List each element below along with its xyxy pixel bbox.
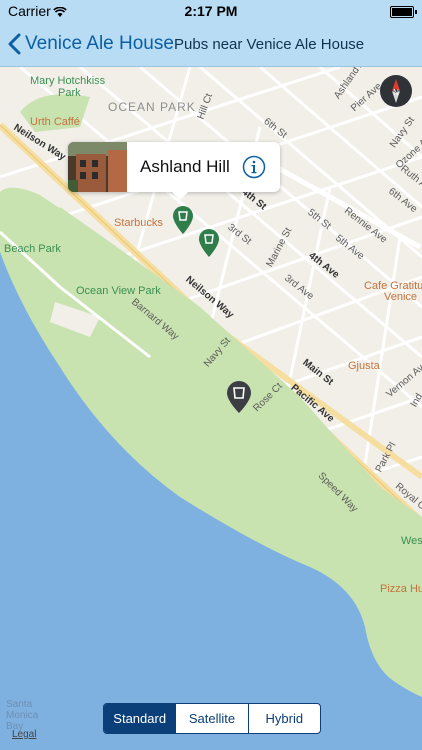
compass-icon: N — [380, 75, 412, 107]
map-label-ocean-view-park: Ocean View Park — [76, 285, 161, 297]
legal-link[interactable]: Legal — [12, 729, 36, 740]
pub-photo — [68, 142, 127, 192]
map-type-hybrid[interactable]: Hybrid — [247, 704, 320, 733]
navigation-bar: Venice Ale House Pubs near Venice Ale Ho… — [0, 22, 422, 67]
callout-title: Ashland Hill — [140, 157, 230, 176]
pub-pin-icon — [199, 229, 219, 257]
map-view[interactable]: Mary Hotchkiss Park OCEAN PARK Urth Caff… — [0, 67, 422, 750]
water-label: Santa Monica Bay — [6, 699, 38, 732]
map-label-venice: Venice — [384, 291, 418, 303]
clock: 2:17 PM — [184, 3, 238, 19]
map-type-selector: Standard Satellite Hybrid — [103, 703, 321, 734]
pub-pin-icon — [227, 381, 251, 413]
map-label-starbucks: Starbucks — [114, 217, 163, 229]
map-label-urth-caffe: Urth Caffé — [30, 116, 80, 128]
pub-pin-icon — [173, 206, 193, 234]
map-type-hybrid-label: Hybrid — [265, 711, 304, 726]
map-label-beach-park: Beach Park — [4, 243, 61, 255]
back-button[interactable]: Venice Ale House — [8, 28, 174, 60]
chevron-left-icon — [8, 33, 21, 55]
map-type-satellite-label: Satellite — [188, 711, 236, 726]
map-label-pizza-hut: Pizza Hu — [380, 583, 422, 595]
battery-level — [392, 8, 412, 16]
back-button-label: Venice Ale House — [25, 33, 174, 54]
status-bar: Carrier 2:17 PM — [0, 0, 422, 22]
map-label-gjusta: Gjusta — [348, 360, 380, 372]
map-label-ocean-park: OCEAN PARK — [108, 100, 196, 114]
page-title: Pubs near Venice Ale House — [174, 36, 365, 53]
pub-callout[interactable]: Ashland Hill — [68, 142, 280, 200]
water-label-line-2: Monica — [6, 710, 39, 721]
map-label-west: Wes — [401, 535, 422, 547]
battery-icon — [390, 6, 417, 18]
map-type-satellite[interactable]: Satellite — [175, 704, 247, 733]
map-type-standard-label: Standard — [113, 711, 167, 726]
info-icon — [242, 155, 266, 179]
map-label-mary-hotchkiss: Mary Hotchkiss — [30, 75, 106, 87]
map-label-park: Park — [58, 87, 81, 99]
compass-letter: N — [393, 88, 399, 97]
compass-button[interactable]: N — [379, 74, 413, 108]
map-type-standard[interactable]: Standard — [104, 704, 176, 733]
water-label-line-1: Santa — [6, 699, 33, 710]
